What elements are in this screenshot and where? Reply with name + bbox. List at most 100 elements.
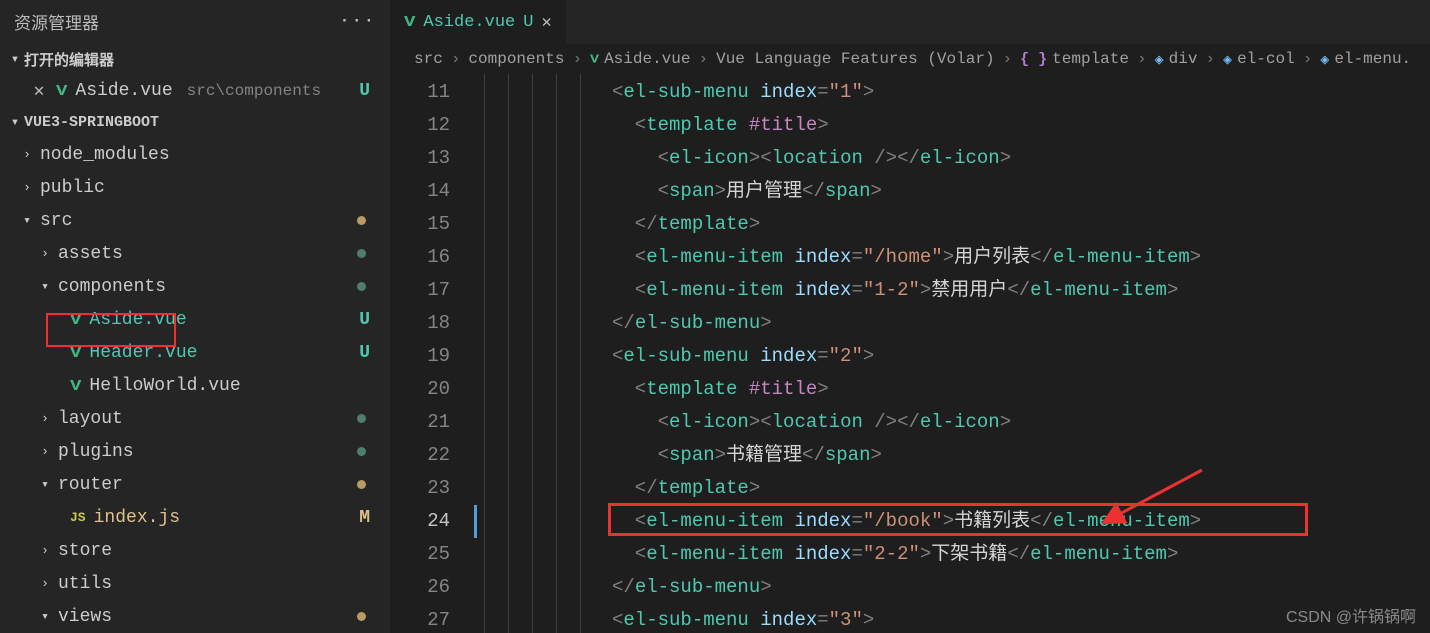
tree-folder[interactable]: ▾src (0, 204, 390, 237)
tree-item-label: Header.vue (89, 343, 197, 363)
line-number: 20 (390, 373, 450, 406)
chevron-right-icon: › (20, 180, 34, 195)
line-number: 15 (390, 208, 450, 241)
tree-file[interactable]: JSindex.jsM (0, 501, 390, 534)
tree-folder[interactable]: ▾views (0, 600, 390, 633)
code-line[interactable]: </el-sub-menu> (612, 571, 1430, 604)
tree-item-label: store (58, 541, 112, 561)
breadcrumb-label: Aside.vue (604, 50, 690, 68)
cube-icon: ◈ (1223, 50, 1232, 69)
explorer-more-icon[interactable]: ··· (339, 12, 376, 31)
editor-tabs: V Aside.vue U ✕ (390, 0, 1430, 44)
tree-item-label: plugins (58, 442, 134, 462)
breadcrumb[interactable]: src › components › VAside.vue › Vue Language F… (390, 44, 1430, 74)
chevron-down-icon: ▾ (38, 609, 52, 624)
watermark: CSDN @许锅锅啊 (1286, 603, 1416, 627)
tree-item-label: utils (58, 574, 112, 594)
tree-item-label: src (40, 211, 72, 231)
chevron-down-icon: ▾ (38, 477, 52, 492)
tree-folder[interactable]: ▾router (0, 468, 390, 501)
tree-folder[interactable]: › layout (0, 402, 390, 435)
breadcrumb-label: Vue Language Features (Volar) (716, 50, 994, 68)
breadcrumb-separator: › (1205, 50, 1215, 68)
tree-folder[interactable]: › assets (0, 237, 390, 270)
code-line[interactable]: <el-menu-item index="/home">用户列表</el-men… (612, 241, 1430, 274)
tree-item-label: layout (58, 409, 123, 429)
tab-git-status: U (523, 13, 533, 32)
tree-item-label: assets (58, 244, 123, 264)
tree-file[interactable]: VAside.vueU (0, 303, 390, 336)
braces-icon: { } (1020, 51, 1047, 68)
breadcrumb-item[interactable]: src (414, 50, 443, 68)
code-line[interactable]: <el-menu-item index="/book">书籍列表</el-men… (612, 505, 1430, 538)
line-number: 18 (390, 307, 450, 340)
line-number: 25 (390, 538, 450, 571)
open-editor-item[interactable]: ✕ V Aside.vue src\components U (0, 75, 390, 107)
code-line[interactable]: <el-menu-item index="2-2">下架书籍</el-menu-… (612, 538, 1430, 571)
open-editors-section[interactable]: ▾ 打开的编辑器 (0, 43, 390, 75)
git-dot-icon (357, 414, 366, 423)
line-number: 17 (390, 274, 450, 307)
code-line[interactable]: <el-icon><location /></el-icon> (612, 142, 1430, 175)
breadcrumb-label: el-col (1237, 50, 1295, 68)
breadcrumb-item[interactable]: VAside.vue (590, 50, 690, 68)
close-icon[interactable]: ✕ (30, 80, 48, 102)
code-line[interactable]: <el-sub-menu index="1"> (612, 76, 1430, 109)
git-dot-icon (357, 282, 366, 291)
breadcrumb-item[interactable]: { }template (1020, 50, 1129, 68)
code-content[interactable]: <el-sub-menu index="1"> <template #title… (612, 74, 1430, 633)
git-dot-icon (357, 249, 366, 258)
tree-folder[interactable]: ▾components (0, 270, 390, 303)
chevron-right-icon: › (38, 411, 52, 426)
tree-file[interactable]: VHelloWorld.vue (0, 369, 390, 402)
code-line[interactable]: <el-icon><location /></el-icon> (612, 406, 1430, 439)
line-number: 12 (390, 109, 450, 142)
explorer-title: 资源管理器 (14, 9, 99, 35)
breadcrumb-item[interactable]: ◈ el-col (1223, 50, 1295, 69)
breadcrumb-separator: › (1003, 50, 1013, 68)
code-editor[interactable]: 1112131415161718192021222324252627 <el-s… (390, 74, 1430, 633)
tree-folder[interactable]: ›store (0, 534, 390, 567)
breadcrumb-item[interactable]: ◈el-menu. (1320, 50, 1411, 69)
tree-folder[interactable]: ›plugins (0, 435, 390, 468)
breadcrumb-item[interactable]: Vue Language Features (Volar) (716, 50, 994, 68)
code-line[interactable]: <el-menu-item index="1-2">禁用用户</el-menu-… (612, 274, 1430, 307)
breadcrumb-item[interactable]: ◈ div (1155, 50, 1198, 69)
breadcrumb-item[interactable]: components (468, 50, 564, 68)
code-line[interactable]: </template> (612, 208, 1430, 241)
tree-file[interactable]: VHeader.vueU (0, 336, 390, 369)
explorer-sidebar: 资源管理器 ··· ▾ 打开的编辑器 ✕ V Aside.vue src\com… (0, 0, 390, 633)
git-status-badge: U (359, 310, 370, 330)
tree-item-label: node_modules (40, 145, 170, 165)
tree-folder[interactable]: ›utils (0, 567, 390, 600)
breadcrumb-separator: › (451, 50, 461, 68)
cube-icon: ◈ (1155, 50, 1164, 69)
git-dot-icon (357, 480, 366, 489)
tree-folder[interactable]: › public (0, 171, 390, 204)
line-number: 26 (390, 571, 450, 604)
tree-folder[interactable]: ›node_modules (0, 138, 390, 171)
code-line[interactable]: <template #title> (612, 109, 1430, 142)
code-line[interactable]: <template #title> (612, 373, 1430, 406)
vue-file-icon: V (404, 13, 415, 31)
close-icon[interactable]: ✕ (541, 12, 551, 33)
code-line[interactable]: </el-sub-menu> (612, 307, 1430, 340)
vue-file-icon: V (56, 82, 67, 100)
breadcrumb-label: div (1169, 50, 1198, 68)
git-status-badge: U (359, 81, 370, 101)
code-line[interactable]: <span>用户管理</span> (612, 175, 1430, 208)
chevron-right-icon: › (38, 246, 52, 261)
git-status-badge: M (359, 508, 370, 528)
line-number-gutter: 1112131415161718192021222324252627 (390, 74, 474, 633)
tree-item-label: public (40, 178, 105, 198)
code-line[interactable]: <span>书籍管理</span> (612, 439, 1430, 472)
project-section[interactable]: ▾ VUE3-SPRINGBOOT (0, 106, 390, 138)
code-line[interactable]: <el-sub-menu index="2"> (612, 340, 1430, 373)
line-number: 11 (390, 76, 450, 109)
line-number: 27 (390, 604, 450, 633)
tree-item-label: HelloWorld.vue (89, 376, 240, 396)
editor-tab-active[interactable]: V Aside.vue U ✕ (390, 0, 567, 44)
breadcrumb-label: el-menu. (1334, 50, 1411, 68)
code-line[interactable]: </template> (612, 472, 1430, 505)
line-number: 21 (390, 406, 450, 439)
